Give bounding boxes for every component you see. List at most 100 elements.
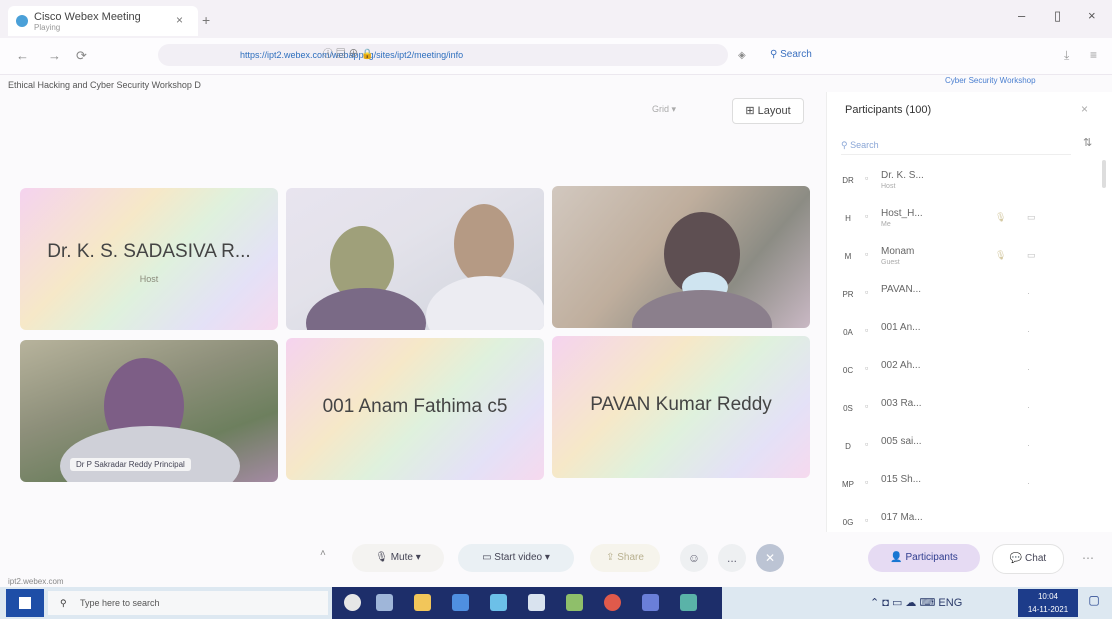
participant-name: 015 Sh... [881,474,922,485]
layout-label: Layout [757,105,791,117]
taskbar-search-input[interactable]: ⚲ Type here to search [48,591,328,615]
settings-icon[interactable]: ≡ [1090,48,1097,62]
participant-name: 001 An... [881,322,921,333]
mail-icon[interactable] [528,594,545,611]
video-tile-participant[interactable]: 001 Anam Fathima c5 [286,338,544,480]
task-view-icon[interactable] [376,594,393,611]
reload-icon[interactable]: ⟳ [76,48,87,64]
view-selector[interactable]: Grid ▾ [652,104,676,115]
video-tile-participant[interactable]: PAVAN Kumar Reddy [552,336,810,478]
url-field[interactable]: ⓘ ▤ ⊕ 🔒 https://ipt2.webex.com/webappng/… [158,44,728,66]
video-tile-host[interactable]: Dr. K. S. SADASIVA R... Host [20,188,278,330]
close-panel-icon[interactable]: × [1081,102,1088,116]
participant-row[interactable]: M ▫ Monam Guest 🎙 ▭ [827,238,1112,276]
participant-row[interactable]: MP ▫ 015 Sh... · [827,466,1112,504]
meeting-info-link[interactable]: Cyber Security Workshop [945,76,1036,85]
participant-row[interactable]: H ▫ Host_H... Me 🎙 ▭ [827,200,1112,238]
microphone-muted-icon: · [1027,440,1030,450]
avatar: 0C [842,366,854,375]
more-options-icon[interactable]: ... [718,544,746,572]
app-icon[interactable] [642,594,659,611]
avatar: M [844,252,852,261]
video-icon: ▭ [1027,212,1036,222]
start-video-button[interactable]: ▭ Start video ▾ [458,544,574,572]
microphone-muted-icon: · [1027,288,1030,298]
device-icon: ▫ [865,325,869,335]
video-tile-camera-3[interactable]: Dr P Sakradar Reddy Principal [20,340,278,482]
browser-tab[interactable]: Cisco Webex Meeting Playing × [8,6,198,36]
new-tab-button[interactable]: + [202,12,210,28]
clock-time: 10:04 [1037,592,1059,601]
avatar: 0A [843,328,853,337]
leave-meeting-icon[interactable]: ✕ [756,544,784,572]
sort-icon[interactable]: ⇅ [1083,136,1092,149]
device-icon: ▫ [865,439,869,449]
search-icon: ⚲ [60,598,67,608]
tile-name: Dr. K. S. SADASIVA R... [47,241,251,262]
tile-name: 001 Anam Fathima c5 [322,396,508,417]
participants-title: Participants (100) [845,104,932,116]
app-icon[interactable] [566,594,583,611]
tile-name: PAVAN Kumar Reddy [590,394,772,415]
search-label: Search [780,49,812,60]
participant-body [60,426,240,482]
share-button[interactable]: ⇪ Share [590,544,660,572]
participant-row[interactable]: 0G ▫ 017 Ma... [827,504,1112,532]
chevron-up-icon[interactable]: ˄ [320,548,326,559]
device-icon: ▫ [865,211,869,221]
microphone-icon: 🎙 [995,250,1007,260]
clock[interactable]: 10:04 14-11-2021 [1018,589,1078,617]
minimize-button[interactable]: – [1018,8,1025,23]
avatar: 0G [842,518,854,527]
notifications-icon[interactable]: ▢ [1084,593,1104,613]
layout-button[interactable]: ⊞ Layout [732,98,804,124]
store-icon[interactable] [452,594,469,611]
extension-icon[interactable]: ◈ [738,50,746,61]
video-tile-camera-1[interactable] [286,188,544,330]
avatar: H [845,214,851,223]
participant-body [306,288,426,330]
browser-search[interactable]: ⚲ Search [770,49,812,60]
participants-scrollbar[interactable] [1102,160,1106,188]
address-bar-row: ← → ⟳ ⓘ ▤ ⊕ 🔒 https://ipt2.webex.com/web… [0,38,1112,75]
windows-logo-icon [19,597,31,609]
participant-name: 002 Ah... [881,360,921,371]
microphone-muted-icon: · [1027,326,1030,336]
chat-button[interactable]: 💬 Chat [992,544,1064,574]
device-icon: ▫ [865,173,869,183]
participant-row[interactable]: D ▫ 005 sai... · [827,428,1112,466]
reactions-icon[interactable]: ☺ [680,544,708,572]
participant-row[interactable]: PR ▫ PAVAN... · [827,276,1112,314]
taskbar-search-placeholder: Type here to search [80,598,160,608]
back-icon[interactable]: ← [16,48,29,63]
video-tile-camera-2[interactable] [552,186,810,328]
participant-row[interactable]: 0A ▫ 001 An... · [827,314,1112,352]
participant-row[interactable]: 0C ▫ 002 Ah... · [827,352,1112,390]
maximize-button[interactable]: ▯ [1054,8,1061,24]
more-icon[interactable]: ⋯ [1082,551,1094,565]
share-label: Share [617,552,644,563]
microphone-muted-icon: · [1027,478,1030,488]
webex-icon [16,15,28,27]
participant-row[interactable]: DR ▫ Dr. K. S... Host [827,162,1112,200]
participant-row[interactable]: 0S ▫ 003 Ra... · [827,390,1112,428]
participants-search-input[interactable]: ⚲ Search [841,136,1071,155]
mute-button[interactable]: 🎙 Mute ▾ [352,544,444,572]
forward-icon[interactable]: → [48,48,61,63]
avatar: DR [842,176,854,185]
microphone-muted-icon: · [1027,402,1030,412]
mute-label: Mute [390,552,413,563]
cortana-icon[interactable] [344,594,361,611]
close-window-button[interactable]: × [1088,8,1096,23]
start-button[interactable] [6,589,44,617]
system-tray[interactable]: ⌃ ◘ ▭ ☁ ⌨ ENG [870,596,962,609]
participants-button[interactable]: 👤 Participants [868,544,980,572]
webex-taskbar-icon[interactable] [680,594,697,611]
edge-icon[interactable] [490,594,507,611]
file-explorer-icon[interactable] [414,594,431,611]
start-video-label: Start video [494,552,543,563]
chrome-icon[interactable] [604,594,621,611]
downloads-icon[interactable]: ⤓ [1064,48,1069,63]
tab-close-icon[interactable]: × [176,13,183,27]
participant-body [426,276,544,330]
